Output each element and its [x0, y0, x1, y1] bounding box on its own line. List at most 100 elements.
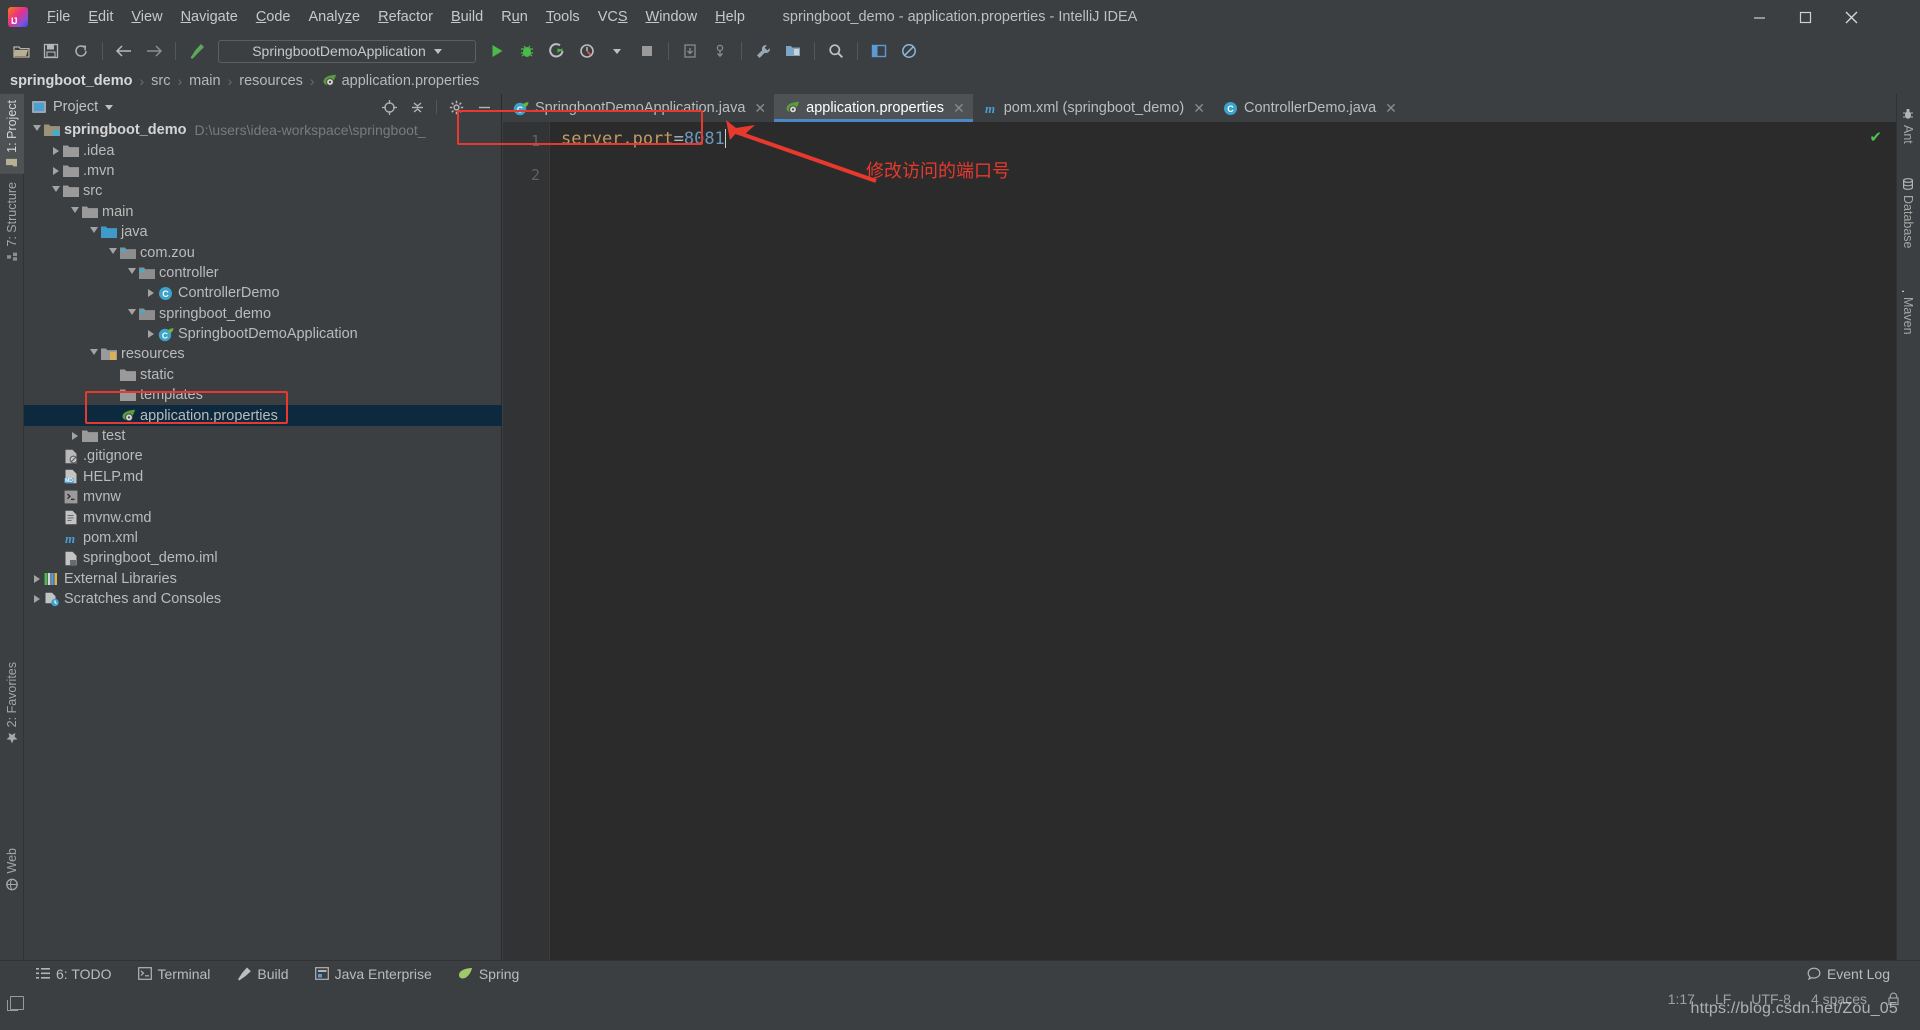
code-line-1[interactable]: server.port=8081	[561, 129, 726, 149]
code-content[interactable]: server.port=8081	[549, 122, 1896, 974]
chevron-down-icon[interactable]	[125, 309, 138, 319]
menu-item-navigate[interactable]: Navigate	[172, 6, 247, 28]
chevron-right-icon[interactable]	[144, 330, 157, 338]
close-button[interactable]	[1828, 0, 1874, 34]
minimize-button[interactable]	[1736, 0, 1782, 34]
project-tree[interactable]: springboot_demoD:\users\idea-workspace\s…	[24, 120, 502, 950]
tree-item[interactable]: mvnw.cmd	[24, 507, 502, 527]
breadcrumb-item-resources[interactable]: resources	[239, 73, 303, 89]
debug-icon[interactable]	[514, 38, 540, 64]
chevron-down-icon[interactable]	[68, 207, 81, 217]
menu-item-refactor[interactable]: Refactor	[369, 6, 442, 28]
tree-item[interactable]: test	[24, 426, 502, 446]
locate-target-icon[interactable]	[378, 96, 400, 118]
close-icon[interactable]: ✕	[953, 100, 965, 117]
sidebar-item-project[interactable]: 1: Project	[0, 94, 24, 174]
chevron-right-icon[interactable]	[49, 167, 62, 175]
collapse-all-icon[interactable]	[406, 96, 428, 118]
run-configuration-selector[interactable]: SpringbootDemoApplication	[218, 40, 476, 63]
gear-icon[interactable]	[445, 96, 467, 118]
editor-tab-pom-xml--springboot-demo-[interactable]: mpom.xml (springboot_demo)✕	[973, 94, 1213, 122]
menu-item-file[interactable]: File	[38, 6, 79, 28]
bottom-item-build[interactable]: Build	[236, 966, 288, 982]
tree-item[interactable]: com.zou	[24, 242, 502, 262]
profile-icon[interactable]	[574, 38, 600, 64]
bottom-item-terminal[interactable]: Terminal	[138, 966, 211, 982]
tree-item[interactable]: CSpringbootDemoApplication	[24, 324, 502, 344]
run-icon[interactable]	[484, 38, 510, 64]
close-icon[interactable]: ✕	[754, 100, 766, 117]
tree-item[interactable]: .gitignore	[24, 446, 502, 466]
sidebar-item-database[interactable]: Database	[1896, 172, 1920, 255]
tree-item[interactable]: templates	[24, 385, 502, 405]
hide-icon[interactable]	[473, 96, 495, 118]
code-editor[interactable]: 1 2 server.port=8081 ✔	[503, 122, 1896, 974]
maximize-button[interactable]	[1782, 0, 1828, 34]
chevron-down-icon[interactable]	[49, 186, 62, 196]
bottom-item-java-enterprise[interactable]: Java Enterprise	[315, 966, 432, 982]
forward-icon[interactable]	[141, 38, 167, 64]
sidebar-item-ant[interactable]: Ant	[1896, 102, 1920, 150]
sync-icon[interactable]	[68, 38, 94, 64]
menu-item-run[interactable]: Run	[492, 6, 537, 28]
chevron-right-icon[interactable]	[30, 595, 43, 603]
breadcrumb-item-springboot-demo[interactable]: springboot_demo	[10, 73, 132, 89]
breadcrumb[interactable]: springboot_demo›src›main›resources›appli…	[0, 68, 1920, 94]
settings-wrench-icon[interactable]	[750, 38, 776, 64]
inspection-status-icon[interactable]: ✔	[1869, 128, 1882, 146]
menu-item-vcs[interactable]: VCS	[589, 6, 637, 28]
tree-item[interactable]: External Libraries	[24, 569, 502, 589]
breadcrumb-item-main[interactable]: main	[189, 73, 220, 89]
sidebar-item-web[interactable]: Web	[0, 842, 24, 896]
chevron-right-icon[interactable]	[30, 575, 43, 583]
sidebar-item-structure[interactable]: 7: Structure	[0, 176, 24, 268]
tree-item[interactable]: mpom.xml	[24, 528, 502, 548]
search-everywhere-icon[interactable]	[823, 38, 849, 64]
breadcrumb-item-src[interactable]: src	[151, 73, 170, 89]
menu-item-help[interactable]: Help	[706, 6, 754, 28]
menu-item-edit[interactable]: Edit	[79, 6, 122, 28]
layout-icon[interactable]	[866, 38, 892, 64]
open-project-icon[interactable]	[8, 38, 34, 64]
menu-item-tools[interactable]: Tools	[537, 6, 589, 28]
chevron-down-icon[interactable]	[125, 268, 138, 278]
project-structure-icon[interactable]	[780, 38, 806, 64]
update-project-icon[interactable]	[677, 38, 703, 64]
run-with-coverage-icon[interactable]	[544, 38, 570, 64]
tree-item[interactable]: springboot_demo	[24, 304, 502, 324]
tree-item[interactable]: springboot_demo.iml	[24, 548, 502, 568]
chevron-down-icon[interactable]	[87, 349, 100, 359]
stop-icon[interactable]	[634, 38, 660, 64]
menu-item-build[interactable]: Build	[442, 6, 492, 28]
chevron-right-icon[interactable]	[68, 432, 81, 440]
build-hammer-icon[interactable]	[184, 38, 210, 64]
sidebar-item-maven[interactable]: m Maven	[1896, 274, 1920, 341]
tree-item[interactable]: static	[24, 365, 502, 385]
chevron-down-icon[interactable]	[30, 125, 43, 135]
editor-tab-bar[interactable]: CSpringbootDemoApplication.java✕applicat…	[503, 94, 1896, 122]
tree-item[interactable]: MDHELP.md	[24, 467, 502, 487]
bottom-item-spring[interactable]: Spring	[458, 966, 519, 982]
tree-item[interactable]: .mvn	[24, 161, 502, 181]
sidebar-item-favorites[interactable]: 2: Favorites	[0, 656, 24, 749]
tree-item[interactable]: src	[24, 181, 502, 201]
menu-item-window[interactable]: Window	[637, 6, 707, 28]
chevron-down-icon[interactable]	[105, 105, 113, 110]
tree-item[interactable]: main	[24, 202, 502, 222]
tree-item[interactable]: java	[24, 222, 502, 242]
tree-item-selected[interactable]: application.properties	[24, 405, 502, 425]
save-all-icon[interactable]	[38, 38, 64, 64]
bottom-item-todo[interactable]: 6: TODO	[36, 966, 112, 982]
close-icon[interactable]: ✕	[1385, 100, 1397, 117]
tree-item[interactable]: .idea	[24, 140, 502, 160]
profile-dropdown-icon[interactable]	[604, 38, 630, 64]
back-icon[interactable]	[111, 38, 137, 64]
tree-item[interactable]: springboot_demoD:\users\idea-workspace\s…	[24, 120, 502, 140]
chevron-down-icon[interactable]	[87, 227, 100, 237]
chevron-right-icon[interactable]	[49, 147, 62, 155]
tree-item[interactable]: controller	[24, 263, 502, 283]
breadcrumb-item-application-properties[interactable]: application.properties	[342, 73, 480, 89]
no-access-icon[interactable]	[896, 38, 922, 64]
menu-item-view[interactable]: View	[122, 6, 171, 28]
project-panel-title-group[interactable]: Project	[32, 99, 113, 115]
